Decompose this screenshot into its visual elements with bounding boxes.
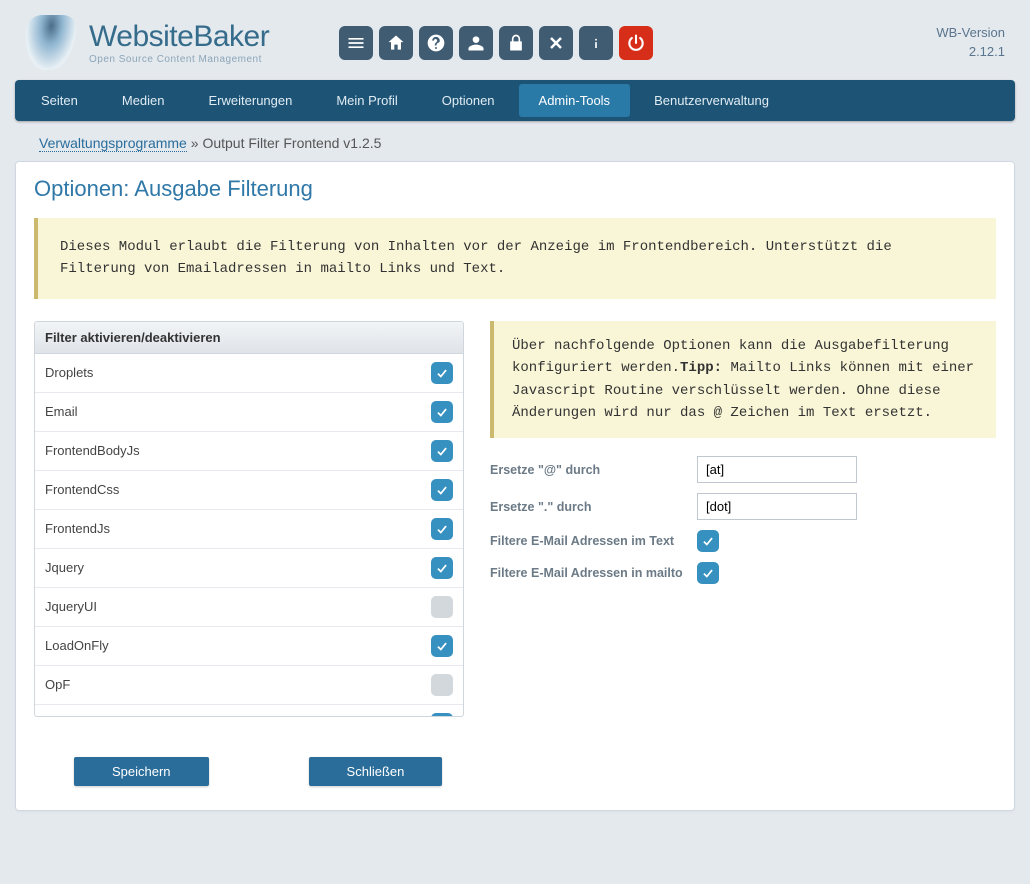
home-icon[interactable] — [379, 26, 413, 60]
info-icon[interactable] — [579, 26, 613, 60]
save-button[interactable]: Speichern — [74, 757, 209, 786]
filter-checkbox[interactable] — [431, 401, 453, 423]
filter-row: FrontendJs — [35, 510, 463, 549]
filter-name: OpF — [45, 677, 431, 692]
filter-mailto-label: Filtere E-Mail Adressen in mailto — [490, 566, 685, 580]
menu-icon[interactable] — [339, 26, 373, 60]
main-panel: Optionen: Ausgabe Filterung Dieses Modul… — [15, 161, 1015, 811]
module-description: Dieses Modul erlaubt die Filterung von I… — [34, 218, 996, 299]
filter-text-label: Filtere E-Mail Adressen im Text — [490, 534, 685, 548]
user-icon[interactable] — [459, 26, 493, 60]
version-label: WB-Version — [936, 24, 1005, 42]
lock-icon[interactable] — [499, 26, 533, 60]
header: WebsiteBaker Open Source Content Managem… — [15, 10, 1015, 80]
filter-checkbox[interactable] — [431, 713, 453, 716]
panel-title: Optionen: Ausgabe Filterung — [34, 176, 996, 202]
replace-dot-input[interactable] — [697, 493, 857, 520]
nav-item-erweiterungen[interactable]: Erweiterungen — [189, 84, 313, 117]
filter-checkbox[interactable] — [431, 362, 453, 384]
breadcrumb-sep: » — [191, 135, 199, 151]
filter-checkbox[interactable] — [431, 596, 453, 618]
filter-checkbox[interactable] — [431, 674, 453, 696]
filter-table: Filter aktivieren/deaktivieren Droplets E… — [34, 321, 464, 717]
filter-row: LoadOnFly — [35, 627, 463, 666]
filter-name: Jquery — [45, 560, 431, 575]
filter-name: FrontendJs — [45, 521, 431, 536]
config-tip: Über nachfolgende Optionen kann die Ausg… — [490, 321, 996, 439]
nav-item-admin-tools[interactable]: Admin-Tools — [519, 84, 631, 117]
help-icon[interactable] — [419, 26, 453, 60]
filter-name: LoadOnFly — [45, 638, 431, 653]
filter-checkbox[interactable] — [431, 557, 453, 579]
version-number: 2.12.1 — [936, 43, 1005, 61]
filter-name: FrontendCss — [45, 482, 431, 497]
brand-subtitle: Open Source Content Management — [89, 54, 269, 65]
filter-checkbox[interactable] — [431, 518, 453, 540]
filter-row: Email — [35, 393, 463, 432]
filter-mailto-checkbox[interactable] — [697, 562, 719, 584]
filter-row: Jquery — [35, 549, 463, 588]
replace-at-input[interactable] — [697, 456, 857, 483]
filter-row: OpF — [35, 666, 463, 705]
nav-item-benutzerverwaltung[interactable]: Benutzerverwaltung — [634, 84, 789, 117]
nav-item-optionen[interactable]: Optionen — [422, 84, 515, 117]
replace-at-label: Ersetze "@" durch — [490, 463, 685, 477]
filter-checkbox[interactable] — [431, 440, 453, 462]
replace-dot-label: Ersetze "." durch — [490, 500, 685, 514]
filter-row: FrontendCss — [35, 471, 463, 510]
filter-checkbox[interactable] — [431, 479, 453, 501]
filter-table-body[interactable]: Droplets Email FrontendBodyJs FrontendCss Fr… — [35, 354, 463, 716]
brand-title: WebsiteBaker — [89, 20, 269, 54]
filter-name: JqueryUI — [45, 599, 431, 614]
filter-name: FrontendBodyJs — [45, 443, 431, 458]
filter-table-heading: Filter aktivieren/deaktivieren — [45, 330, 417, 345]
close-icon[interactable] — [539, 26, 573, 60]
close-button[interactable]: Schließen — [309, 757, 443, 786]
breadcrumb-root[interactable]: Verwaltungsprogramme — [39, 135, 187, 152]
filter-name: Droplets — [45, 365, 431, 380]
nav-item-seiten[interactable]: Seiten — [21, 84, 98, 117]
version-info: WB-Version 2.12.1 — [936, 24, 1005, 60]
logo-icon — [23, 15, 78, 70]
nav-item-mein-profil[interactable]: Mein Profil — [316, 84, 417, 117]
nav-item-medien[interactable]: Medien — [102, 84, 185, 117]
filter-name: Email — [45, 404, 431, 419]
breadcrumb-current: Output Filter Frontend v1.2.5 — [202, 135, 381, 151]
filter-row: Droplets — [35, 354, 463, 393]
filter-row: FrontendBodyJs — [35, 432, 463, 471]
logo: WebsiteBaker Open Source Content Managem… — [25, 15, 269, 70]
filter-checkbox[interactable] — [431, 635, 453, 657]
top-icon-bar — [339, 26, 653, 60]
power-icon[interactable] — [619, 26, 653, 60]
tip-bold: Tipp: — [680, 360, 722, 376]
filter-row: JqueryUI — [35, 588, 463, 627]
main-nav: SeitenMedienErweiterungenMein ProfilOpti… — [15, 80, 1015, 121]
breadcrumb: Verwaltungsprogramme » Output Filter Fro… — [15, 121, 1015, 161]
filter-text-checkbox[interactable] — [697, 530, 719, 552]
filter-row: RegisterModFiles — [35, 705, 463, 716]
